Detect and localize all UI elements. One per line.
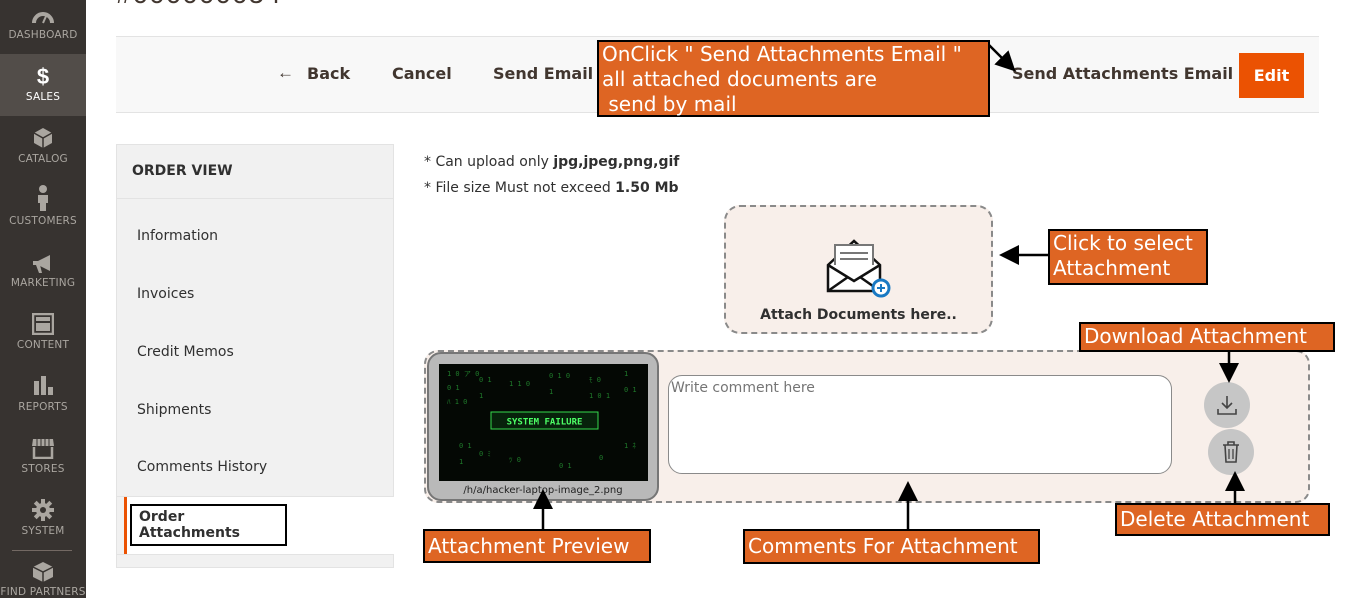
- menu-item-sales[interactable]: $ SALES: [0, 54, 86, 116]
- svg-text:0 1: 0 1: [479, 376, 492, 384]
- page-title: #000000054: [116, 0, 282, 10]
- order-view-tabs: ORDER VIEW Information Invoices Credit M…: [116, 144, 394, 568]
- tabs-divider: [117, 198, 393, 199]
- person-icon: [0, 185, 86, 211]
- callout-comments-for-attachment: Comments For Attachment: [743, 529, 1040, 564]
- attachment-preview-image[interactable]: 1 0 ア 00 1ﾊ 1 0 0 110 ﾐ 1 1 0ﾂ 0 0 1 010…: [439, 364, 648, 481]
- tab-comments-history[interactable]: Comments History: [137, 459, 267, 475]
- menu-divider: [12, 550, 72, 551]
- send-email-button[interactable]: Send Email: [493, 64, 593, 83]
- menu-label: CONTENT: [16, 339, 70, 351]
- svg-text:0 1: 0 1: [459, 442, 472, 450]
- tab-credit-memos[interactable]: Credit Memos: [137, 344, 234, 360]
- svg-text:0: 0: [599, 454, 603, 462]
- menu-item-marketing[interactable]: MARKETING: [0, 240, 86, 302]
- download-icon: [1217, 396, 1237, 415]
- svg-text:1: 1: [624, 370, 628, 378]
- svg-text:1: 1: [549, 388, 553, 396]
- cube-icon: [0, 126, 86, 150]
- svg-text:0 1 0: 0 1 0: [549, 372, 570, 380]
- svg-text:1: 1: [479, 392, 483, 400]
- svg-text:ﾓ 0: ﾓ 0: [589, 376, 601, 384]
- cancel-button[interactable]: Cancel: [392, 64, 452, 83]
- attachment-filename: /h/a/hacker-laptop-image_2.png: [463, 485, 623, 496]
- menu-label: CATALOG: [18, 153, 68, 165]
- dollar-icon: $: [36, 64, 50, 89]
- attachment-preview-card[interactable]: 1 0 ア 00 1ﾊ 1 0 0 110 ﾐ 1 1 0ﾂ 0 0 1 010…: [427, 352, 659, 501]
- menu-label: MARKETING: [10, 277, 76, 289]
- menu-item-find-partners[interactable]: FIND PARTNERS: [0, 552, 86, 598]
- svg-text:0 ﾐ: 0 ﾐ: [479, 450, 491, 458]
- svg-text:0 1: 0 1: [447, 384, 460, 392]
- menu-item-customers[interactable]: CUSTOMERS: [0, 178, 86, 240]
- back-button[interactable]: Back: [307, 64, 350, 83]
- svg-text:1 0 ア 0: 1 0 ア 0: [447, 370, 479, 378]
- callout-delete-attachment: Delete Attachment: [1115, 503, 1330, 536]
- delete-attachment-button[interactable]: [1208, 429, 1254, 475]
- menu-item-system[interactable]: SYSTEM: [0, 488, 86, 550]
- note-text: * File size Must not exceed: [424, 180, 616, 196]
- tab-invoices[interactable]: Invoices: [137, 286, 194, 302]
- allowed-types-note: * Can upload only jpg,jpeg,png,gif: [424, 154, 679, 170]
- file-size-value: 1.50 Mb: [615, 180, 679, 196]
- svg-text:1 ﾈ: 1 ﾈ: [624, 442, 636, 450]
- callout-attachment-preview: Attachment Preview: [423, 529, 651, 563]
- menu-label: CUSTOMERS: [9, 215, 77, 227]
- admin-menu: DASHBOARD $ SALES CATALOG CUSTOMERS MARK…: [0, 0, 86, 598]
- dashboard-icon: [0, 4, 86, 28]
- svg-text:ﾊ 1 0: ﾊ 1 0: [447, 398, 467, 406]
- dropzone-label: Attach Documents here..: [760, 307, 957, 323]
- callout-send-attachments-email: OnClick " Send Attachments Email " all a…: [597, 40, 990, 117]
- attach-documents-dropzone[interactable]: Attach Documents here..: [724, 205, 993, 334]
- menu-item-dashboard[interactable]: DASHBOARD: [0, 0, 86, 42]
- back-arrow-icon: ←: [277, 63, 294, 82]
- svg-text:1 0 1: 1 0 1: [589, 392, 610, 400]
- menu-label: SALES: [25, 91, 61, 103]
- menu-label: STORES: [21, 463, 65, 475]
- download-attachment-button[interactable]: [1204, 382, 1250, 428]
- tab-shipments[interactable]: Shipments: [137, 402, 211, 418]
- menu-label: FIND PARTNERS: [0, 586, 86, 598]
- note-text: * Can upload only: [424, 154, 554, 170]
- megaphone-icon: [0, 252, 86, 276]
- callout-download-attachment: Download Attachment: [1079, 322, 1335, 352]
- gear-icon: [0, 498, 86, 522]
- envelope-attach-icon: [826, 237, 894, 304]
- svg-text:ﾂ 0: ﾂ 0: [509, 456, 521, 464]
- menu-item-content[interactable]: CONTENT: [0, 302, 86, 364]
- menu-item-stores[interactable]: STORES: [0, 426, 86, 488]
- tabs-title: ORDER VIEW: [132, 163, 233, 179]
- svg-text:0 1: 0 1: [559, 462, 572, 470]
- edit-button[interactable]: Edit: [1239, 53, 1304, 98]
- menu-item-reports[interactable]: REPORTS: [0, 364, 86, 426]
- file-size-note: * File size Must not exceed 1.50 Mb: [424, 180, 679, 196]
- attachment-comment-input[interactable]: [668, 375, 1172, 474]
- bar-chart-icon: [0, 374, 86, 398]
- storefront-icon: [0, 436, 86, 460]
- svg-text:1 1 0: 1 1 0: [509, 380, 530, 388]
- trash-icon: [1223, 441, 1239, 463]
- menu-label: REPORTS: [18, 401, 68, 413]
- tabs-divider: [117, 554, 393, 555]
- menu-label: DASHBOARD: [8, 29, 78, 41]
- menu-item-catalog[interactable]: CATALOG: [0, 116, 86, 178]
- callout-click-to-select: Click to select Attachment: [1048, 229, 1208, 285]
- tab-information[interactable]: Information: [137, 228, 218, 244]
- tab-order-attachments[interactable]: Order Attachments: [130, 504, 287, 546]
- menu-label: SYSTEM: [21, 525, 65, 537]
- allowed-types-value: jpg,jpeg,png,gif: [553, 154, 680, 170]
- image-text: SYSTEM FAILURE: [507, 418, 583, 428]
- send-attachments-email-button[interactable]: Send Attachments Email: [1012, 64, 1233, 83]
- content-layout-icon: [0, 312, 86, 336]
- svg-text:1: 1: [459, 458, 463, 466]
- svg-text:0 1: 0 1: [624, 386, 637, 394]
- partners-box-icon: [0, 560, 86, 584]
